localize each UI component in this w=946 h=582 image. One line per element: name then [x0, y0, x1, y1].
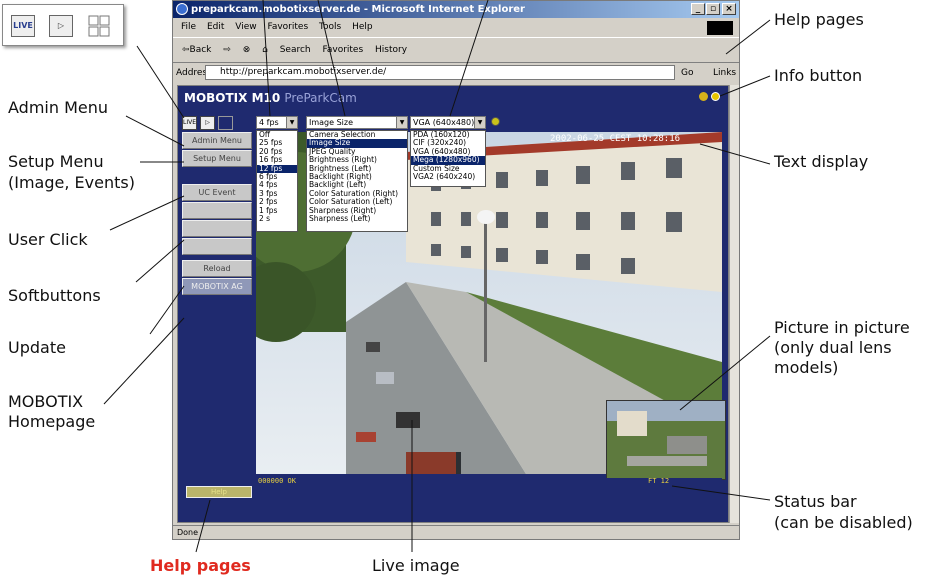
callout-leader-lines: [103, 0, 771, 553]
